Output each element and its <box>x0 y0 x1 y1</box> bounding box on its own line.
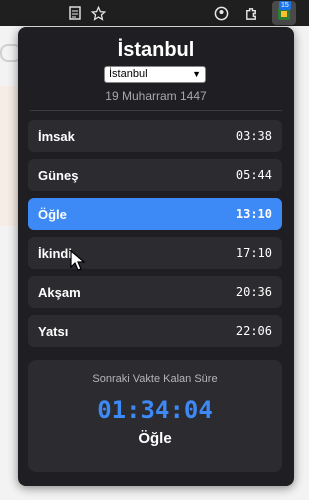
prayer-time: 13:10 <box>235 207 272 221</box>
prayer-row-ikindi: İkindi 17:10 <box>28 237 282 269</box>
mouse-cursor-icon <box>70 250 86 271</box>
prayer-name: İkindi <box>38 245 72 261</box>
prayer-time: 03:38 <box>235 129 272 143</box>
prayer-name: İmsak <box>38 128 75 144</box>
browser-toolbar: 15 <box>0 0 309 26</box>
prayer-row-ogle: Öğle 13:10 <box>28 198 282 230</box>
account-icon[interactable] <box>213 5 229 21</box>
prayer-time: 05:44 <box>235 168 272 182</box>
prayer-row-gunes: Güneş 05:44 <box>28 159 282 191</box>
extension-badge: 15 <box>279 1 291 10</box>
extensions-icon[interactable] <box>243 5 259 21</box>
prayer-row-imsak: İmsak 03:38 <box>28 120 282 152</box>
city-title: İstanbul <box>117 39 195 61</box>
prayer-time: 17:10 <box>235 246 272 260</box>
star-icon[interactable] <box>90 5 106 21</box>
divider <box>30 110 282 111</box>
prayer-row-aksam: Akşam 20:36 <box>28 276 282 308</box>
prayer-row-yatsi: Yatsı 22:06 <box>28 315 282 347</box>
reader-icon[interactable] <box>67 5 83 21</box>
countdown-panel: Sonraki Vakte Kalan Süre 01:34:04 Öğle <box>28 360 282 472</box>
background-panel <box>0 86 20 226</box>
city-select-value: İstanbul <box>109 68 148 80</box>
prayer-time: 20:36 <box>235 285 272 299</box>
countdown-timer: 01:34:04 <box>97 396 213 424</box>
next-prayer-name: Öğle <box>138 430 172 447</box>
prayer-name: Akşam <box>38 284 81 300</box>
prayer-name: Yatsı <box>38 323 69 339</box>
city-select[interactable]: İstanbul ▼ <box>104 66 206 83</box>
prayer-time: 22:06 <box>235 324 272 338</box>
prayer-times-popup: İstanbul İstanbul ▼ 19 Muharram 1447 İms… <box>18 27 294 486</box>
countdown-label: Sonraki Vakte Kalan Süre <box>92 373 218 385</box>
prayer-name: Öğle <box>38 206 67 222</box>
chevron-down-icon: ▼ <box>192 69 201 79</box>
hijri-date: 19 Muharram 1447 <box>105 89 207 103</box>
prayer-name: Güneş <box>38 167 79 183</box>
